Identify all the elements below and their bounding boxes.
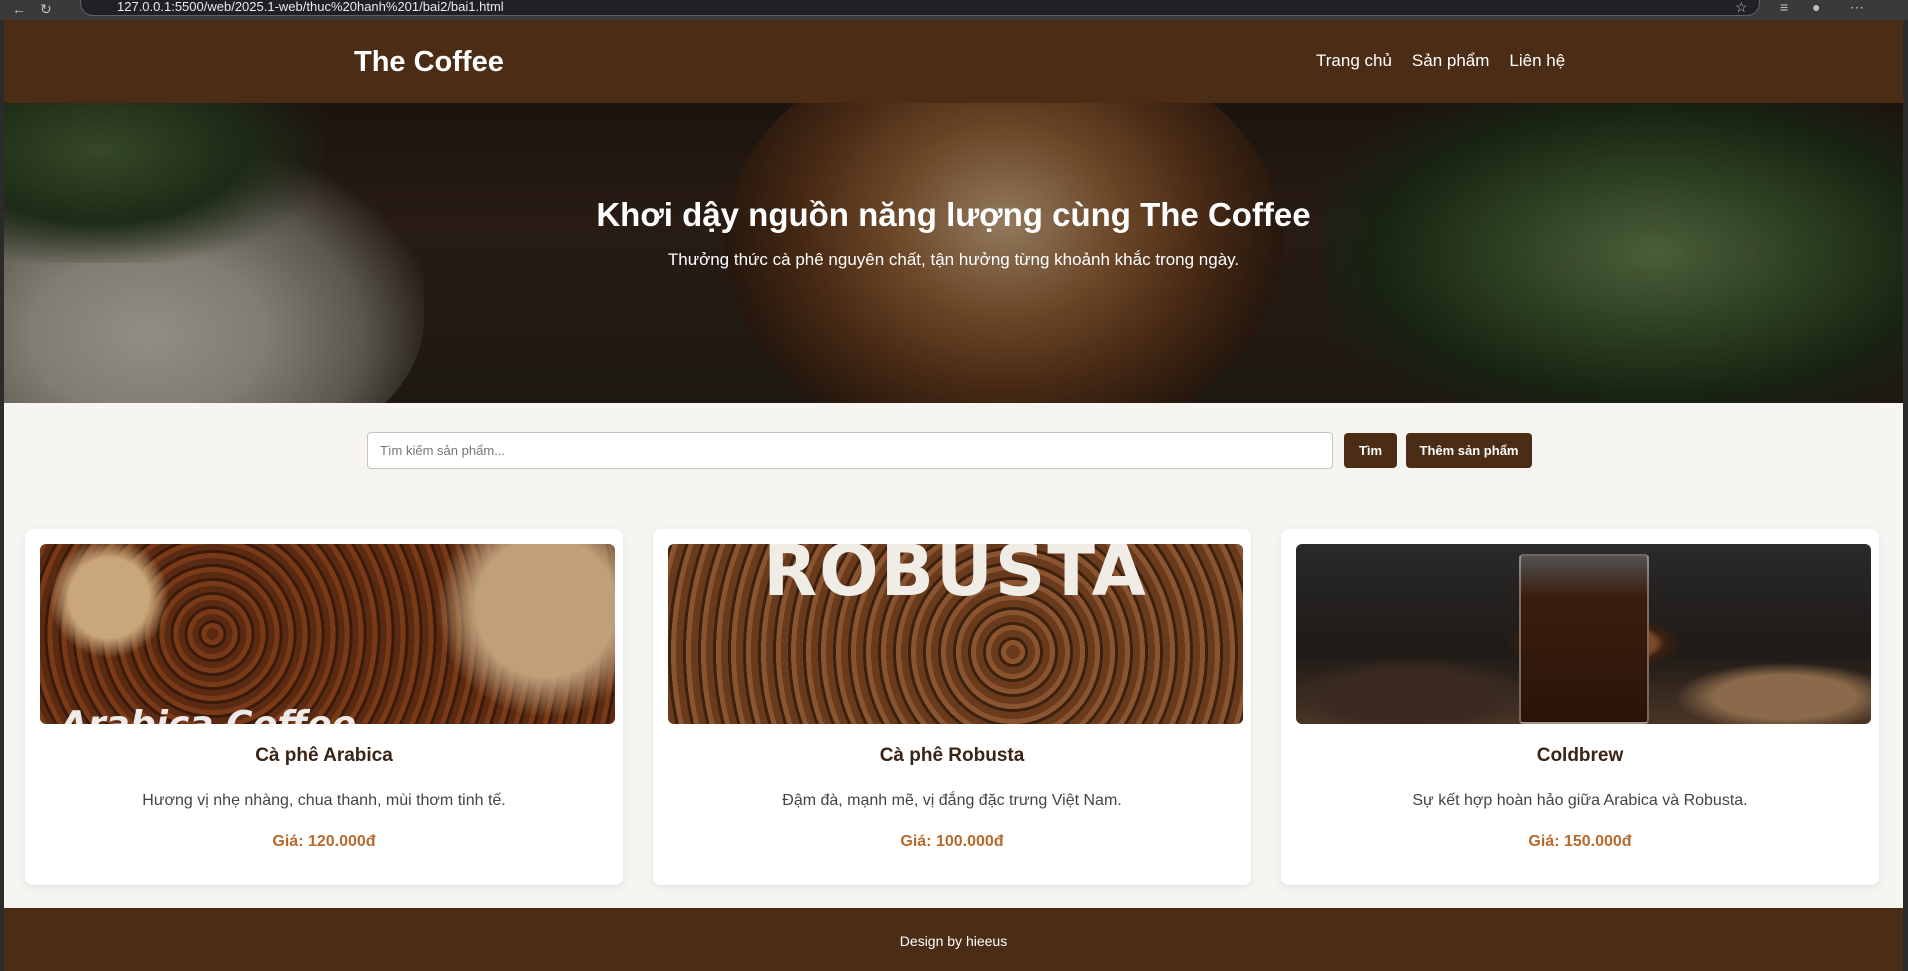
- product-image-coldbrew: [1296, 544, 1871, 724]
- product-card[interactable]: Arabica Coffee Cà phê Arabica Hương vị n…: [25, 529, 623, 885]
- hero-subtitle: Thưởng thức cà phê nguyên chất, tận hưởn…: [667, 250, 1240, 269]
- address-bar[interactable]: 127.0.0.1:5500/web/2025.1-web/thuc%20han…: [80, 0, 1760, 16]
- address-bar-url: 127.0.0.1:5500/web/2025.1-web/thuc%20han…: [117, 0, 504, 14]
- site-footer: Design by hieeus: [4, 908, 1903, 971]
- product-list: Arabica Coffee Cà phê Arabica Hương vị n…: [25, 529, 1885, 885]
- search-button[interactable]: Tìm: [1344, 433, 1397, 468]
- nav-contact[interactable]: Liên hệ: [1509, 51, 1565, 71]
- search-bar: Tìm Thêm sản phẩm: [367, 432, 1532, 469]
- profile-avatar-icon[interactable]: ●: [1812, 0, 1820, 14]
- product-description: Sự kết hợp hoàn hảo giữa Arabica và Robu…: [1412, 792, 1748, 809]
- main-nav: Trang chủ Sản phẩm Liên hệ: [1316, 51, 1565, 71]
- back-icon[interactable]: ←: [12, 2, 26, 16]
- tab-search-icon[interactable]: ≡: [1780, 0, 1788, 14]
- add-product-button[interactable]: Thêm sản phẩm: [1406, 433, 1532, 468]
- hero-banner: Khơi dậy nguồn năng lượng cùng The Coffe…: [4, 103, 1903, 403]
- product-price: Giá: 120.000đ: [272, 833, 376, 850]
- bookmark-star-icon[interactable]: ☆: [1735, 0, 1748, 14]
- product-description: Đậm đà, mạnh mẽ, vị đắng đặc trưng Việt …: [782, 792, 1122, 809]
- product-image-arabica: Arabica Coffee: [40, 544, 615, 724]
- product-description: Hương vị nhẹ nhàng, chua thanh, mùi thơm…: [142, 792, 506, 809]
- product-name: Cà phê Robusta: [879, 745, 1025, 766]
- footer-credit: Design by hieeus: [899, 933, 1008, 949]
- product-image-robusta: ROBUSTA: [668, 544, 1243, 724]
- product-name: Cà phê Arabica: [255, 745, 393, 766]
- web-page: The Coffee Trang chủ Sản phẩm Liên hệ Kh…: [4, 20, 1903, 971]
- product-card[interactable]: Coldbrew Sự kết hợp hoàn hảo giữa Arabic…: [1281, 529, 1879, 885]
- site-header: The Coffee Trang chủ Sản phẩm Liên hệ: [4, 20, 1903, 103]
- product-price: Giá: 100.000đ: [900, 833, 1004, 850]
- more-menu-icon[interactable]: ⋯: [1850, 0, 1864, 14]
- search-input[interactable]: [367, 432, 1333, 469]
- browser-toolbar: ← ↻ 127.0.0.1:5500/web/2025.1-web/thuc%2…: [0, 0, 1908, 20]
- nav-products[interactable]: Sản phẩm: [1412, 51, 1490, 71]
- product-name: Coldbrew: [1536, 745, 1624, 766]
- product-image-caption: Arabica Coffee: [60, 704, 356, 724]
- nav-home[interactable]: Trang chủ: [1316, 51, 1392, 71]
- hero-title: Khơi dậy nguồn năng lượng cùng The Coffe…: [596, 196, 1311, 233]
- product-image-caption: ROBUSTA: [763, 544, 1148, 612]
- iced-glass-image: [1519, 554, 1649, 724]
- reload-icon[interactable]: ↻: [40, 2, 52, 16]
- product-price: Giá: 150.000đ: [1528, 833, 1632, 850]
- brand-logo[interactable]: The Coffee: [354, 46, 504, 78]
- product-card[interactable]: ROBUSTA Cà phê Robusta Đậm đà, mạnh mẽ, …: [653, 529, 1251, 885]
